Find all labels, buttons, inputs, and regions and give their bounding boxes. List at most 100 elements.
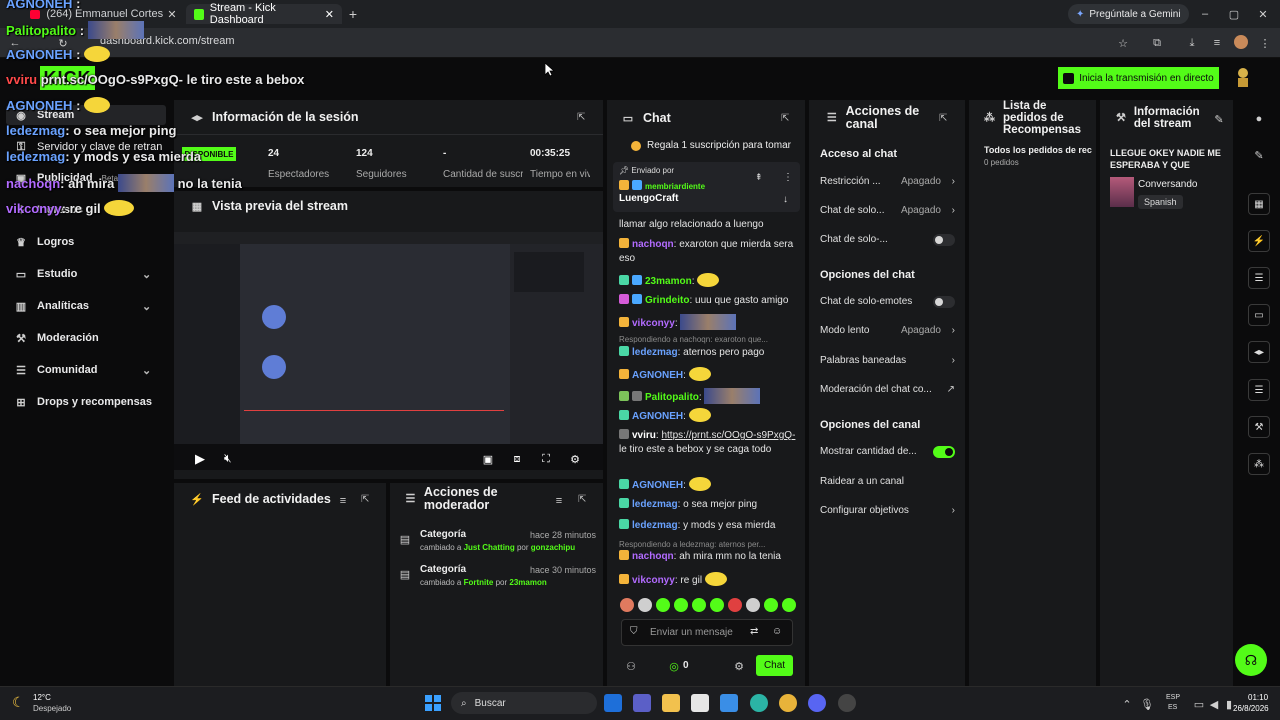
new-tab-icon[interactable]: + (346, 6, 360, 22)
input-language[interactable]: ESP (1166, 694, 1180, 701)
chevron-up-icon[interactable]: ⌃ (1120, 697, 1134, 711)
teams-icon[interactable] (633, 694, 651, 712)
reply-context[interactable]: Respondiendo a nachoqn: exaroton que... (619, 335, 768, 344)
emote-icon[interactable] (674, 598, 688, 612)
chat-username[interactable]: ledezmag (632, 499, 678, 510)
download-icon[interactable]: ⤓ (1185, 36, 1199, 50)
capcut-icon[interactable] (691, 694, 709, 712)
configure-goals-setting[interactable]: Configurar objetivos › (820, 505, 955, 516)
send-chat-button[interactable]: Chat (756, 655, 793, 676)
chat-username[interactable]: AGNONEH (632, 480, 683, 491)
sidebar-item-drops[interactable]: ⊞ Drops y recompensas (14, 391, 152, 413)
rail-button-session[interactable]: ◂▸ (1248, 341, 1270, 363)
chat-username[interactable]: ledezmag (632, 347, 678, 358)
go-live-button[interactable]: Inicia la transmisión en directo (1058, 67, 1219, 89)
pinned-username[interactable]: membriardiente (645, 182, 705, 191)
chat-username[interactable]: vviru (632, 430, 656, 441)
raid-channel-button[interactable]: Raidear a un canal (820, 476, 955, 487)
chat-settings-icon[interactable]: ⚙ (732, 659, 746, 673)
sidebar-item-studio[interactable]: ▭ Estudio ⌄ (14, 263, 164, 285)
chat-username[interactable]: nachoqn (632, 239, 674, 250)
emoji-icon[interactable]: ☺ (772, 626, 782, 637)
moderator-name[interactable]: gonzachipu (531, 543, 575, 552)
gift-sub-banner[interactable]: Regala 1 suscripción para tomar (631, 140, 791, 151)
mute-icon[interactable]: 🔇︎ (224, 451, 232, 466)
store-icon[interactable] (720, 694, 738, 712)
restriction-setting[interactable]: Restricción ... Apagado › (820, 176, 955, 187)
file-explorer-icon[interactable] (662, 694, 680, 712)
collapse-icon[interactable]: ↓ (783, 194, 788, 205)
clock-date[interactable]: 26/8/2026 (1233, 704, 1269, 713)
chat-input[interactable]: ⛉ Enviar un mensaje ⇄ ☺ (621, 619, 793, 646)
expand-icon[interactable]: ⇱ (361, 494, 369, 505)
sidebar-item-analytics[interactable]: ▥ Analíticas ⌄ (14, 295, 164, 317)
extensions-icon[interactable]: ⧉ (1150, 36, 1164, 50)
more-icon[interactable]: ⋮ (783, 172, 793, 183)
rail-button-mod-actions[interactable]: ☰ (1248, 267, 1270, 289)
emote-icon[interactable] (728, 598, 742, 612)
moderator-name[interactable]: 23mamon (509, 578, 546, 587)
translate-icon[interactable]: ⇄ (750, 626, 758, 637)
fullscreen-icon[interactable]: ⛶ (539, 452, 553, 466)
close-window-icon[interactable]: ✕ (1256, 7, 1270, 21)
chat-username[interactable]: 23mamon (645, 276, 692, 287)
edit-pencil-icon[interactable]: ✎ (1212, 112, 1226, 126)
volume-icon[interactable]: ◀︎ (1207, 697, 1221, 711)
emote-icon[interactable] (764, 598, 778, 612)
tab-kick-dashboard[interactable]: Stream - Kick Dashboard ✕ (186, 2, 342, 26)
rewards-all-requests[interactable]: Todos los pedidos de rec (984, 145, 1094, 155)
emote-icon[interactable] (746, 598, 760, 612)
windows-start-icon[interactable] (425, 695, 441, 711)
chat-username[interactable]: Palitopalito (645, 392, 699, 403)
keyboard-layout[interactable]: ES (1168, 704, 1177, 711)
toggle-switch[interactable] (933, 233, 955, 246)
chat-username[interactable]: ledezmag (632, 520, 678, 531)
rail-button-rewards[interactable]: ⁂ (1248, 453, 1270, 475)
users-icon[interactable]: ⚇ (624, 659, 638, 673)
rail-button-activity[interactable]: ⚡ (1248, 230, 1270, 252)
chat-username[interactable]: nachoqn (632, 551, 674, 562)
minimize-icon[interactable]: – (1198, 7, 1212, 21)
stream-preview-video[interactable] (174, 232, 603, 470)
chat-username[interactable]: vikconyy (632, 318, 675, 329)
bookmark-star-icon[interactable]: ☆ (1116, 36, 1130, 50)
emote-icon[interactable] (656, 598, 670, 612)
clock-time[interactable]: 01:10 (1248, 693, 1268, 702)
edge-icon[interactable] (750, 694, 768, 712)
unpin-icon[interactable]: ⇞ (755, 172, 763, 183)
emote-icon[interactable] (620, 598, 634, 612)
pip-icon[interactable]: ⧈ (510, 452, 524, 466)
maximize-icon[interactable]: ▢ (1227, 7, 1241, 21)
emote-icon[interactable] (638, 598, 652, 612)
info-icon[interactable]: ● (1252, 112, 1266, 126)
rail-button-chat[interactable]: ▭ (1248, 304, 1270, 326)
emote-icon[interactable] (782, 598, 796, 612)
points-icon[interactable]: ◎ (667, 659, 681, 673)
chat-username[interactable]: vikconyy (632, 575, 675, 586)
slow-mode-setting[interactable]: Modo lento Apagado › (820, 325, 955, 336)
close-tab-icon[interactable]: ✕ (165, 7, 179, 21)
toggle-switch[interactable] (933, 445, 955, 458)
reply-context[interactable]: Respondiendo a ledezmag: aternos per... (619, 540, 765, 549)
pinned-message[interactable]: 📌︎ Enviado por membriardiente LuengoCraf… (613, 162, 800, 212)
expand-icon[interactable]: ⇱ (781, 113, 789, 124)
chrome-icon[interactable] (779, 694, 797, 712)
discord-icon[interactable] (808, 694, 826, 712)
taskbar-search[interactable]: ⌕ Buscar (451, 692, 597, 714)
support-button[interactable]: ☊ (1235, 644, 1267, 676)
emote-icon[interactable] (692, 598, 706, 612)
profile-avatar[interactable] (1234, 35, 1248, 49)
expand-icon[interactable]: ⇱ (578, 494, 586, 505)
emote-icon[interactable] (710, 598, 724, 612)
network-icon[interactable]: ▭ (1192, 697, 1206, 711)
weather-icon[interactable]: ☾ (12, 694, 25, 711)
filter-icon[interactable]: ≡ (552, 494, 566, 508)
sidebar-item-moderation[interactable]: ⚒ Moderación (14, 327, 99, 349)
chat-username[interactable]: AGNONEH (632, 370, 683, 381)
chat-username[interactable]: AGNONEH (632, 411, 683, 422)
expand-icon[interactable]: ⇱ (577, 112, 585, 123)
sidebar-item-community[interactable]: ☰ Comunidad ⌄ (14, 359, 164, 381)
play-icon[interactable]: ▶ (195, 451, 205, 467)
chat-username[interactable]: Grindeito (645, 295, 689, 306)
expand-icon[interactable]: ⇱ (939, 113, 947, 124)
